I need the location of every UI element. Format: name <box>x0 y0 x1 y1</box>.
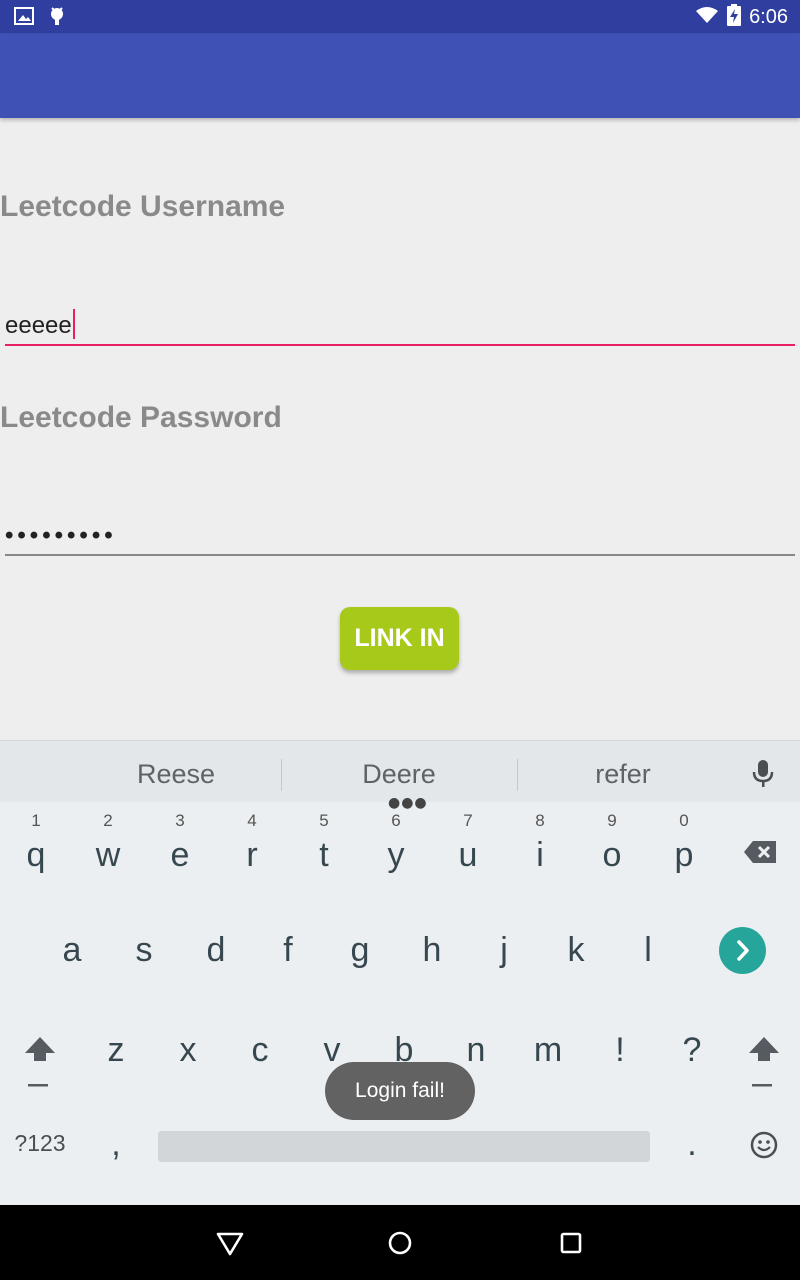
key-f[interactable]: f <box>258 930 318 1000</box>
key-r[interactable]: 4r <box>222 811 282 883</box>
key-u[interactable]: 7u <box>438 811 498 883</box>
link-in-button[interactable]: LINK IN <box>340 607 459 670</box>
username-label: Leetcode Username <box>0 190 286 223</box>
suggestion-divider <box>517 759 518 791</box>
enter-next-button[interactable] <box>719 927 766 978</box>
key-s[interactable]: s <box>114 930 174 1000</box>
shift-left-icon[interactable] <box>24 1035 56 1095</box>
text-caret <box>72 309 75 339</box>
key-g[interactable]: g <box>330 930 390 1000</box>
clock: 6:06 <box>749 5 788 28</box>
backspace-icon[interactable] <box>743 840 777 868</box>
key-w[interactable]: 2w <box>78 811 138 883</box>
android-debug-icon <box>48 6 66 30</box>
home-icon[interactable] <box>388 1231 412 1259</box>
suggestion-1[interactable]: Reese <box>96 759 256 790</box>
emoji-icon[interactable] <box>750 1131 778 1163</box>
key-y[interactable]: 6y <box>366 811 426 883</box>
key-j[interactable]: j <box>474 930 534 1000</box>
battery-charging-icon <box>727 4 742 30</box>
key-l[interactable]: l <box>618 930 678 1000</box>
key-question[interactable]: ? <box>662 1030 722 1100</box>
key-m[interactable]: m <box>518 1030 578 1100</box>
status-bar: 6:06 <box>0 0 800 33</box>
key-o[interactable]: 9o <box>582 811 642 883</box>
key-exclamation[interactable]: ! <box>590 1030 650 1100</box>
password-field[interactable]: ••••••••• <box>5 510 795 556</box>
back-icon[interactable] <box>216 1232 244 1260</box>
key-i[interactable]: 8i <box>510 811 570 883</box>
wifi-icon <box>695 6 719 28</box>
username-field[interactable]: eeeee <box>5 300 795 346</box>
symbols-key[interactable]: ?123 <box>6 1130 74 1170</box>
key-k[interactable]: k <box>546 930 606 1000</box>
login-fail-toast: Login fail! <box>325 1062 475 1120</box>
key-t[interactable]: 5t <box>294 811 354 883</box>
suggestion-divider <box>281 759 282 791</box>
navigation-bar <box>0 1205 800 1280</box>
username-underline <box>5 344 795 346</box>
recents-icon[interactable] <box>560 1232 582 1258</box>
key-a[interactable]: a <box>42 930 102 1000</box>
spacebar[interactable] <box>158 1131 650 1162</box>
key-d[interactable]: d <box>186 930 246 1000</box>
key-p[interactable]: 0p <box>654 811 714 883</box>
key-c[interactable]: c <box>230 1030 290 1100</box>
key-period[interactable]: . <box>662 1125 722 1175</box>
microphone-icon[interactable] <box>752 759 774 793</box>
password-underline <box>5 554 795 556</box>
password-label: Leetcode Password <box>0 401 282 434</box>
image-icon <box>14 7 34 29</box>
suggestion-2[interactable]: Deere <box>319 759 479 790</box>
suggestion-3[interactable]: refer <box>543 759 703 790</box>
soft-keyboard: Reese Deere ●●● refer 1q 2w 3e 4r 5t 6y … <box>0 740 800 1205</box>
key-q[interactable]: 1q <box>6 811 66 883</box>
key-z[interactable]: z <box>86 1030 146 1100</box>
suggestion-strip: Reese Deere ●●● refer <box>0 740 800 811</box>
key-x[interactable]: x <box>158 1030 218 1100</box>
key-comma[interactable]: , <box>86 1125 146 1175</box>
key-h[interactable]: h <box>402 930 462 1000</box>
password-value: ••••••••• <box>5 522 117 549</box>
shift-right-icon[interactable] <box>748 1035 780 1095</box>
username-value: eeeee <box>5 309 75 340</box>
more-suggestions-icon[interactable]: ●●● <box>388 795 428 811</box>
key-e[interactable]: 3e <box>150 811 210 883</box>
app-bar <box>0 33 800 118</box>
